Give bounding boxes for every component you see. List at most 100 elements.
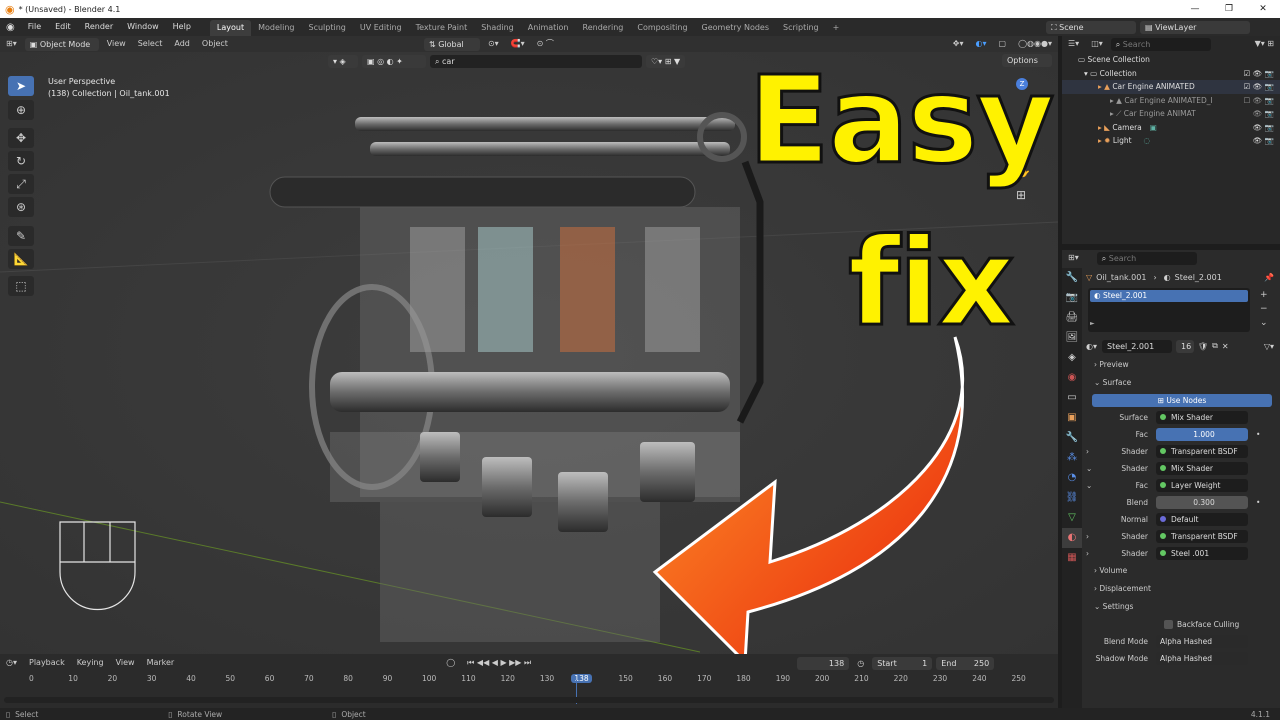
menu-help[interactable]: Help xyxy=(166,18,198,36)
object-tab-icon[interactable]: ▣ xyxy=(1062,408,1082,428)
record-icon[interactable]: ◯ xyxy=(440,655,461,671)
frame-ruler[interactable]: 0 10 20 30 40 50 60 70 80 90 100 110 120 130 138 150 160… xyxy=(0,674,1058,688)
visibility-icons[interactable]: ☑ 👁 📷 xyxy=(1244,80,1274,94)
viewport-search-input[interactable]: ⌕ car xyxy=(430,54,642,68)
tab-scripting[interactable]: Scripting xyxy=(776,20,826,36)
add-slot-button[interactable]: + xyxy=(1260,288,1268,302)
property-value-field[interactable]: Default xyxy=(1156,513,1248,526)
visibility-icons[interactable]: ☑ 👁 📷 xyxy=(1244,67,1274,81)
material-slot-item[interactable]: ◐ Steel_2.001 xyxy=(1090,290,1248,302)
type-filter-icons[interactable]: ▣ ◎ ◐ ✦ xyxy=(362,54,426,68)
collapse-icon[interactable]: ⌄ xyxy=(1086,481,1096,490)
visibility-icons[interactable]: 👁 📷 xyxy=(1253,107,1274,121)
menu-marker[interactable]: Marker xyxy=(141,655,181,671)
properties-search-input[interactable]: ⌕ Search xyxy=(1096,251,1197,265)
world-tab-icon[interactable]: ◉ xyxy=(1062,368,1082,388)
property-value-field[interactable]: Mix Shader xyxy=(1156,462,1248,475)
use-nodes-button[interactable]: ⊞ Use Nodes xyxy=(1092,394,1272,407)
menu-keying[interactable]: Keying xyxy=(71,655,110,671)
menu-add[interactable]: Add xyxy=(168,36,196,52)
tab-uv-editing[interactable]: UV Editing xyxy=(353,20,409,36)
material-browse-icon[interactable]: ◐▾ xyxy=(1086,342,1097,351)
collection-tab-icon[interactable]: ▭ xyxy=(1062,388,1082,408)
unlink-icon[interactable]: ✕ xyxy=(1222,342,1229,351)
outliner-item[interactable]: ▭ Scene Collection xyxy=(1062,53,1280,67)
menu-render[interactable]: Render xyxy=(78,18,120,36)
expand-icon[interactable]: › xyxy=(1086,532,1096,541)
material-name-field[interactable]: Steel_2.001 xyxy=(1102,339,1172,353)
property-value-field[interactable]: Mix Shader xyxy=(1156,411,1248,424)
overlay-icon[interactable]: ◐▾ xyxy=(970,36,993,52)
material-tab-icon[interactable]: ◐ xyxy=(1062,528,1082,548)
tab-compositing[interactable]: Compositing xyxy=(630,20,694,36)
slot-menu-icon[interactable]: ⌄ xyxy=(1260,316,1268,330)
menu-view[interactable]: View xyxy=(101,36,132,52)
menu-window[interactable]: Window xyxy=(120,18,166,36)
fake-user-icon[interactable]: 🛡 xyxy=(1198,342,1208,351)
outliner-editor-icon[interactable]: ☰▾ xyxy=(1062,36,1085,52)
move-tool-icon[interactable]: ✥ xyxy=(8,128,34,148)
backface-culling-checkbox[interactable] xyxy=(1164,620,1173,629)
current-frame-field[interactable]: 138 xyxy=(797,656,850,670)
view-layer-selector[interactable]: ▤ ViewLayer xyxy=(1140,20,1250,34)
section-preview[interactable]: › Preview xyxy=(1086,356,1280,374)
rotate-tool-icon[interactable]: ↻ xyxy=(8,151,34,171)
outliner-item[interactable]: ▸ ▲ Car Engine ANIMATED ☑ 👁 📷 xyxy=(1062,80,1280,94)
scene-tab-icon[interactable]: ◈ xyxy=(1062,348,1082,368)
scene-selector[interactable]: ⛶ Scene xyxy=(1046,20,1136,34)
gizmo-icon[interactable]: ✥▾ xyxy=(947,36,970,52)
property-value-field[interactable]: Layer Weight xyxy=(1156,479,1248,492)
xray-icon[interactable]: ▢ xyxy=(993,36,1013,52)
outliner-search-input[interactable]: ⌕ Search xyxy=(1110,37,1211,51)
tool-tab-icon[interactable]: 🔧 xyxy=(1062,268,1082,288)
outliner-filter-icon[interactable]: ▼▾ ⊞ xyxy=(1249,36,1280,52)
section-displacement[interactable]: › Displacement xyxy=(1086,580,1280,598)
minimize-button[interactable]: — xyxy=(1178,4,1212,14)
visibility-icons[interactable]: ☐ 👁 📷 xyxy=(1244,94,1274,108)
current-frame-marker[interactable]: 138 xyxy=(571,674,592,683)
tab-modeling[interactable]: Modeling xyxy=(251,20,301,36)
outliner-item[interactable]: ▸ ⟋ Car Engine ANIMAT 👁 📷 xyxy=(1062,107,1280,121)
blender-menu-icon[interactable]: ◉ xyxy=(0,22,21,33)
orientation-selector[interactable]: ⇅ Global xyxy=(423,37,480,51)
list-expand-icon[interactable]: ► xyxy=(1090,320,1248,327)
material-slot-list[interactable]: ◐ Steel_2.001 ► xyxy=(1088,288,1250,332)
maximize-button[interactable]: ❐ xyxy=(1212,4,1246,14)
select-tool-icon[interactable]: ➤ xyxy=(8,76,34,96)
fac-slider[interactable]: 1.000 xyxy=(1156,428,1248,441)
tab-layout[interactable]: Layout xyxy=(209,19,252,36)
timeline-scrollbar[interactable] xyxy=(4,697,1054,703)
remove-slot-button[interactable]: − xyxy=(1260,302,1268,316)
outliner-item[interactable]: ▸ ◣ Camera ▣ 👁 📷 xyxy=(1062,121,1280,135)
expand-icon[interactable]: › xyxy=(1086,549,1096,558)
end-frame-field[interactable]: End 250 xyxy=(936,656,995,670)
cursor-tool-icon[interactable]: ⊕ xyxy=(8,100,34,120)
snap-icon[interactable]: 🧲▾ xyxy=(505,36,531,52)
tab-texture-paint[interactable]: Texture Paint xyxy=(409,20,475,36)
tab-sculpting[interactable]: Sculpting xyxy=(302,20,353,36)
visibility-icons[interactable]: 👁 📷 xyxy=(1253,121,1274,135)
filter-funnel-icon[interactable]: ▽▾ xyxy=(1264,342,1274,351)
constraints-tab-icon[interactable]: ⛓ xyxy=(1062,488,1082,508)
start-frame-field[interactable]: Start 1 xyxy=(872,656,933,670)
menu-timeline-view[interactable]: View xyxy=(110,655,141,671)
menu-edit[interactable]: Edit xyxy=(48,18,78,36)
scale-tool-icon[interactable]: ⤢ xyxy=(8,174,34,194)
modifier-tab-icon[interactable]: 🔧 xyxy=(1062,428,1082,448)
menu-playback[interactable]: Playback xyxy=(23,655,71,671)
measure-tool-icon[interactable]: 📐 xyxy=(8,249,34,269)
section-volume[interactable]: › Volume xyxy=(1086,562,1280,580)
data-tab-icon[interactable]: ▽ xyxy=(1062,508,1082,528)
tab-shading[interactable]: Shading xyxy=(474,20,521,36)
display-mode-icon[interactable]: ◫▾ xyxy=(1085,36,1109,52)
editor-type-icon[interactable]: ⊞▾ xyxy=(0,36,23,52)
outliner-item[interactable]: ▸ ▲ Car Engine ANIMATED_I ☐ 👁 📷 xyxy=(1062,94,1280,108)
user-count[interactable]: 16 xyxy=(1176,339,1194,353)
3d-viewport[interactable]: User Perspective (138) Collection | Oil_… xyxy=(0,52,1058,654)
add-workspace-button[interactable]: + xyxy=(826,20,847,36)
expand-icon[interactable]: › xyxy=(1086,447,1096,456)
section-surface[interactable]: ⌄ Surface xyxy=(1086,374,1280,392)
clock-icon[interactable]: ◷ xyxy=(857,659,864,668)
transform-tool-icon[interactable]: ⊛ xyxy=(8,197,34,217)
visibility-icons[interactable]: 👁 📷 xyxy=(1253,134,1274,148)
